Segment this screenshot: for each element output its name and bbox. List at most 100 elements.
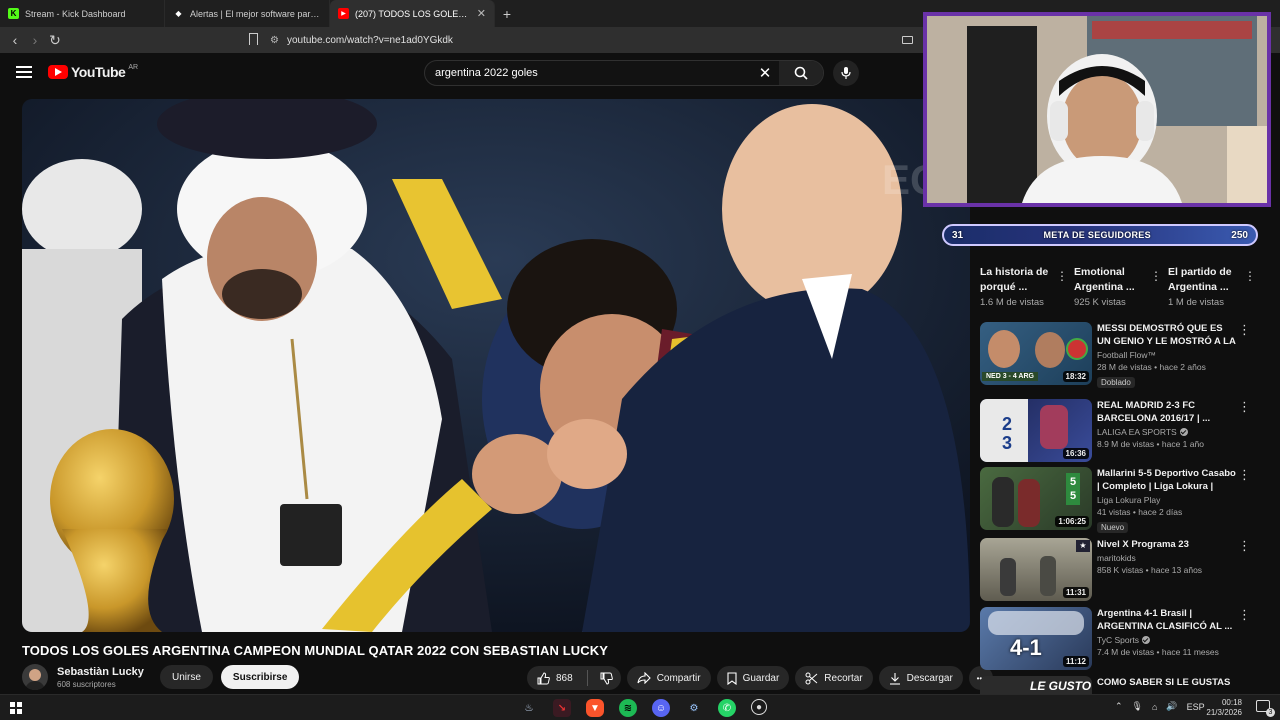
save-button[interactable]: Guardar <box>716 666 790 690</box>
recommendation-item[interactable]: 4-1 11:12 Argentina 4-1 Brasil | ARGENTI… <box>980 607 1265 671</box>
new-tab-button[interactable]: + <box>495 6 519 22</box>
channel-name[interactable]: Sebastiàn Lucky <box>57 666 152 678</box>
follower-goal-bar: 31 META DE SEGUIDORES 250 <box>942 224 1258 246</box>
video-meta: 28 M de vistas • hace 2 años <box>1097 362 1206 372</box>
star-icon: ★ <box>1076 540 1090 552</box>
video-thumbnail[interactable]: 2 3 16:36 <box>980 399 1092 462</box>
video-thumbnail[interactable]: 5 5 1:06:25 <box>980 467 1092 530</box>
search-input[interactable]: argentina 2022 goles <box>425 67 751 79</box>
more-options-icon[interactable]: ⋮ <box>1238 322 1251 338</box>
more-options-icon[interactable]: ⋮ <box>1056 269 1068 283</box>
short-item[interactable]: El partido de Argentina ... 1 M de vista… <box>1168 265 1256 308</box>
search-bar: argentina 2022 goles ✕ <box>424 60 824 86</box>
like-button[interactable]: 868 <box>527 666 621 690</box>
volume-icon[interactable]: 🔊 <box>1166 701 1177 712</box>
whatsapp-icon[interactable]: ✆ <box>718 699 736 717</box>
thumbnail-score: 2 3 <box>1002 414 1013 453</box>
recommendation-item[interactable]: LE GUSTO COMO SABER SI LE GUSTAS <box>980 676 1265 694</box>
video-thumbnail[interactable]: ★ 11:31 <box>980 538 1092 601</box>
obs-studio-icon[interactable]: ● <box>751 699 767 715</box>
join-button[interactable]: Unirse <box>160 665 213 689</box>
more-options-icon[interactable]: ⋮ <box>1244 269 1256 283</box>
more-options-icon[interactable]: ⋮ <box>1238 399 1251 415</box>
channel-avatar[interactable] <box>22 664 48 690</box>
forward-arrow-icon[interactable]: › <box>25 32 45 48</box>
verified-icon <box>1179 428 1188 436</box>
network-icon[interactable]: ⌂ <box>1152 702 1157 712</box>
video-meta: 41 vistas • hace 2 días <box>1097 507 1183 517</box>
search-button[interactable] <box>779 61 823 85</box>
video-player[interactable]: EG <box>22 99 970 632</box>
voice-search-button[interactable] <box>833 60 859 86</box>
clock-date: 21/3/2026 <box>1206 708 1242 717</box>
recommendation-item[interactable]: 5 5 1:06:25 Mallarini 5-5 Deportivo Casa… <box>980 467 1265 533</box>
dubbed-badge: Doblado <box>1097 377 1135 388</box>
youtube-logo[interactable]: YouTube AR <box>48 64 138 80</box>
url-bar[interactable]: ⚙ youtube.com/watch?v=ne1ad0YGkdk <box>270 29 920 51</box>
notification-icon[interactable]: 3 <box>1256 700 1275 717</box>
tab-title: Alertas | El mejor software para pote <box>190 8 321 19</box>
video-duration: 1:06:25 <box>1055 516 1089 527</box>
short-item[interactable]: Emotional Argentina ... 925 K vistas ⋮ <box>1074 265 1162 308</box>
clear-search-icon[interactable]: ✕ <box>751 64 779 82</box>
discord-icon[interactable]: ☺ <box>652 699 670 717</box>
url-text: youtube.com/watch?v=ne1ad0YGkdk <box>286 34 453 46</box>
clock-time: 00:18 <box>1221 698 1242 707</box>
tab-alertas[interactable]: ◆ Alertas | El mejor software para pote <box>165 0 330 27</box>
shorts-row: La historia de porqué ... 1.6 M de vista… <box>980 265 1256 308</box>
kick-icon: K <box>8 8 19 19</box>
recommendation-item[interactable]: ★ 11:31 Nivel X Programa 23 maritokids 8… <box>980 538 1265 602</box>
video-meta: 7.4 M de vistas • hace 11 meses <box>1097 647 1219 657</box>
recommendation-item[interactable]: NED 3 - 4 ARG 18:32 MESSI DEMOSTRÓ QUE E… <box>980 322 1265 388</box>
subscribe-button[interactable]: Suscribirse <box>220 665 300 689</box>
download-label: Descargar <box>906 672 953 684</box>
like-count: 868 <box>556 672 573 684</box>
short-title: La historia de porqué ... <box>980 266 1049 293</box>
bookmark-icon[interactable] <box>249 33 258 45</box>
video-meta: 8.9 M de vistas • hace 1 año <box>1097 439 1204 449</box>
microphone-icon[interactable]: 🎙 <box>1132 701 1143 712</box>
close-tab-icon[interactable]: ✕ <box>477 7 486 20</box>
more-options-icon[interactable]: ⋮ <box>1150 269 1162 283</box>
chevron-up-icon[interactable]: ⌃ <box>1115 701 1123 712</box>
spotify-icon[interactable]: ≋ <box>619 699 637 717</box>
download-icon <box>889 672 900 685</box>
goal-target: 250 <box>1231 229 1248 241</box>
brave-browser-icon[interactable]: ▼ <box>586 699 604 717</box>
channel-name: Football Flow™ <box>1097 350 1157 360</box>
tab-kick-dashboard[interactable]: K Stream - Kick Dashboard <box>0 0 165 27</box>
windows-start-icon[interactable] <box>10 702 22 714</box>
menu-icon[interactable] <box>16 66 32 78</box>
video-title: Argentina 4-1 Brasil | ARGENTINA CLASIFI… <box>1097 608 1233 632</box>
more-options-icon[interactable]: ⋮ <box>1238 467 1251 483</box>
thumbs-down-icon[interactable] <box>600 672 613 685</box>
video-duration: 11:31 <box>1062 587 1089 598</box>
video-thumbnail[interactable]: LE GUSTO <box>980 676 1092 694</box>
share-button[interactable]: Compartir <box>626 666 711 690</box>
site-settings-icon[interactable]: ⚙ <box>270 35 279 46</box>
clip-button[interactable]: Recortar <box>795 666 873 690</box>
download-button[interactable]: Descargar <box>878 666 963 690</box>
recommendation-item[interactable]: 2 3 16:36 REAL MADRID 2-3 FC BARCELONA 2… <box>980 399 1265 463</box>
settings-gear-icon[interactable]: ⚙ <box>685 699 703 717</box>
back-arrow-icon[interactable]: ‹ <box>5 32 25 48</box>
tab-youtube-video[interactable]: ▶ (207) TODOS LOS GOLES ARGEN ✕ <box>330 0 495 27</box>
video-thumbnail[interactable]: 4-1 11:12 <box>980 607 1092 670</box>
tab-title: Stream - Kick Dashboard <box>25 8 126 19</box>
share-icon <box>637 672 651 684</box>
video-actions: 868 Compartir Guardar Recortar Descargar… <box>527 666 993 690</box>
more-options-icon[interactable]: ⋮ <box>1238 538 1251 554</box>
new-badge: Nuevo <box>1097 522 1129 533</box>
cast-icon[interactable] <box>902 36 913 44</box>
clock[interactable]: 00:18 21/3/2026 <box>1202 698 1242 718</box>
more-options-icon[interactable]: ⋮ <box>1238 607 1251 623</box>
youtube-header: YouTube AR argentina 2022 goles ✕ <box>0 53 925 93</box>
app-icon[interactable]: ↘ <box>553 699 571 717</box>
save-icon <box>727 671 737 685</box>
video-title: TODOS LOS GOLES ARGENTINA CAMPEON MUNDIA… <box>22 643 608 658</box>
short-item[interactable]: La historia de porqué ... 1.6 M de vista… <box>980 265 1068 308</box>
webcam-feed <box>927 16 1267 203</box>
reload-icon[interactable]: ↻ <box>45 32 65 49</box>
video-thumbnail[interactable]: NED 3 - 4 ARG 18:32 <box>980 322 1092 385</box>
steam-icon[interactable]: ♨ <box>520 699 538 717</box>
